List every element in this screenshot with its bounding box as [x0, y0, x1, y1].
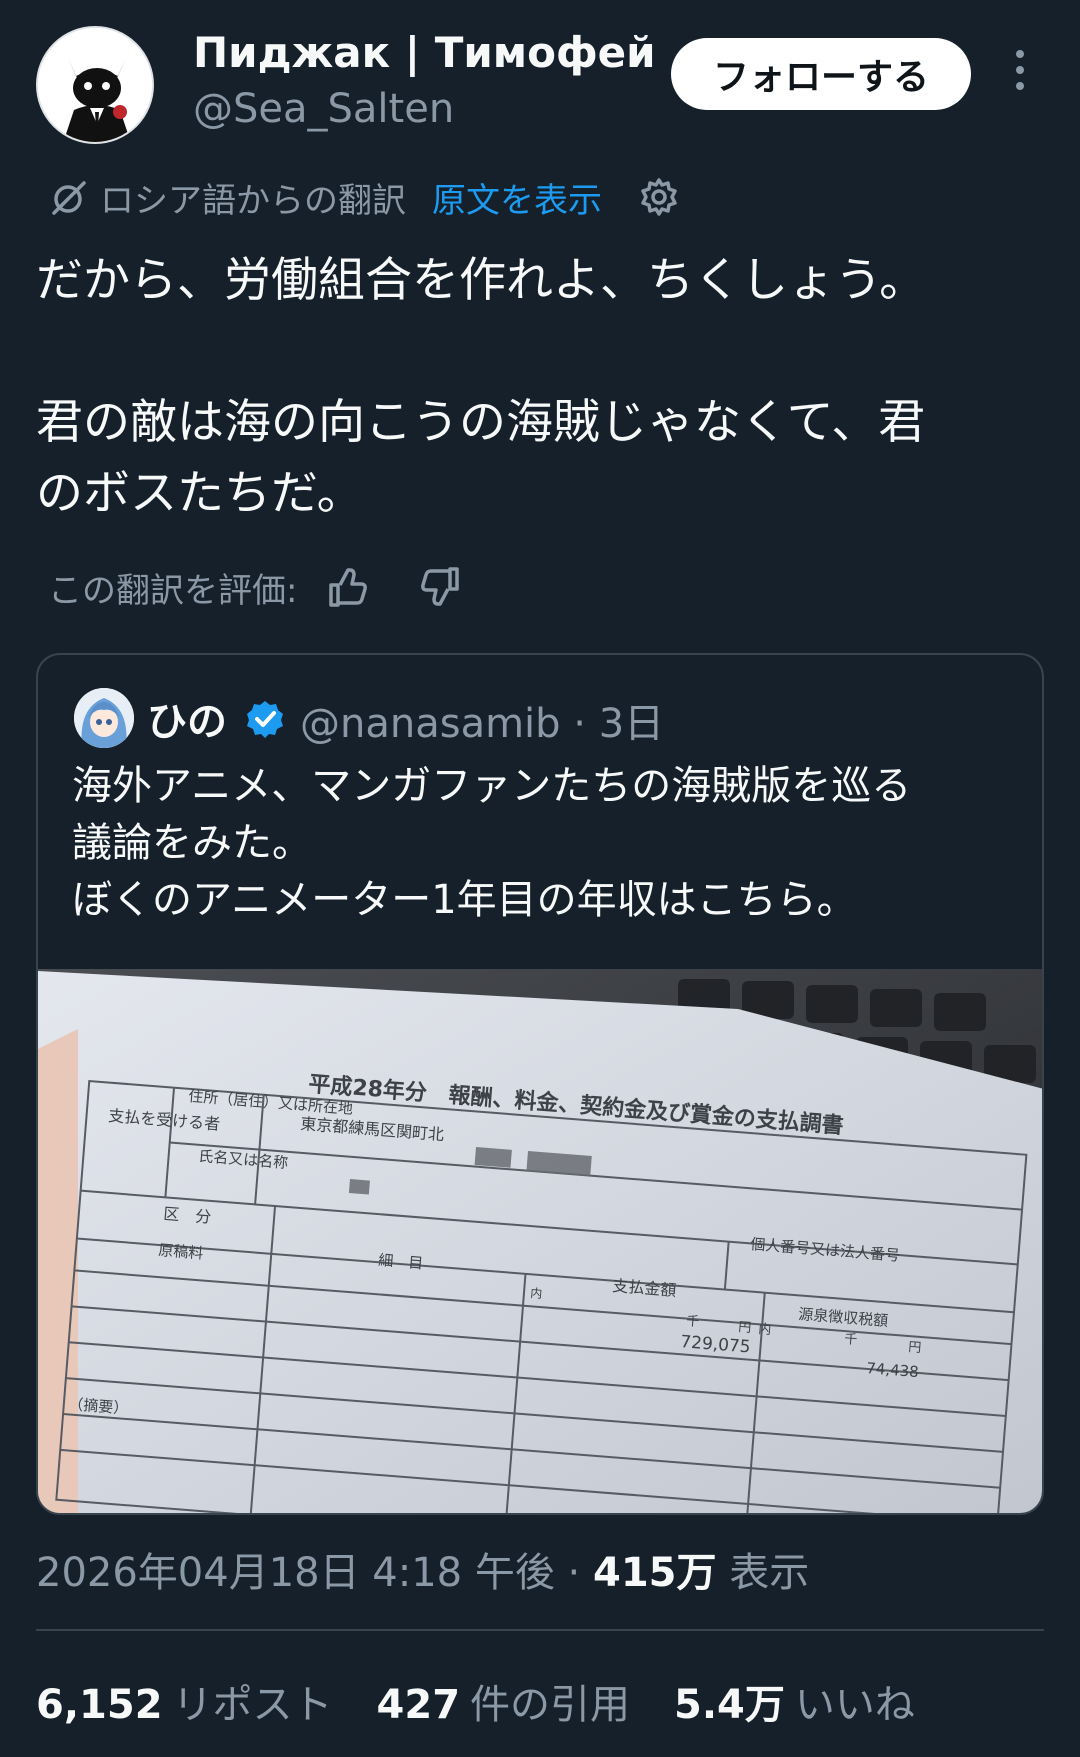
stat-label: リポスト: [172, 1682, 333, 1728]
quoted-post-text: 海外アニメ、マンガファンたちの海賊版を巡る 議論をみた。 ぼくのアニメーター1年…: [72, 758, 1022, 929]
quoted-text-line: 議論をみた。: [72, 820, 312, 866]
author-avatar[interactable]: [36, 26, 154, 144]
more-options-icon[interactable]: [1002, 50, 1038, 100]
quoted-author-name[interactable]: ひの: [147, 689, 227, 747]
stat-label: 件の引用: [470, 1682, 631, 1728]
stat-number: 427: [376, 1682, 461, 1728]
post-text-line: のボスたちだ。: [36, 466, 364, 521]
translation-bar: ロシア語からの翻訳 原文を表示: [48, 172, 680, 222]
stat-reposts[interactable]: 6,152 リポスト: [36, 1672, 333, 1730]
statement-detail-label: 細 目: [378, 1251, 424, 1272]
engagement-stats: 6,152 リポスト 427 件の引用 5.4万 いいね: [36, 1672, 959, 1730]
show-original-link[interactable]: 原文を表示: [432, 173, 602, 222]
stat-label: いいね: [794, 1682, 915, 1728]
statement-unit-label: 千: [844, 1332, 858, 1348]
thumbs-down-icon[interactable]: [419, 565, 463, 609]
quoted-post-image[interactable]: 平成28年分 報酬、料金、契約金及び賞金の支払調書 支払を受ける者 住所（居住）…: [38, 969, 1042, 1513]
divider: [36, 1629, 1044, 1631]
thumbs-up-icon[interactable]: [325, 565, 369, 609]
quoted-handle-time: @nanasamib · 3日: [300, 701, 665, 747]
author-handle[interactable]: @Sea_Salten: [193, 86, 454, 132]
quoted-post-card[interactable]: ひの @nanasamib · 3日 海外アニメ、マンガファンたちの海賊版を巡る…: [36, 653, 1044, 1515]
statement-category-label: 区 分: [163, 1204, 212, 1227]
rate-translation-bar: この翻訳を評価:: [48, 562, 463, 612]
post-text-line: だから、労働組合を作れよ、ちくしょう。: [36, 253, 927, 308]
quoted-text-line: 海外アニメ、マンガファンたちの海賊版を巡る: [72, 763, 912, 809]
stat-number: 5.4万: [674, 1682, 785, 1728]
statement-unit-label: 円: [738, 1320, 752, 1336]
anime-girl-avatar-image: [74, 688, 134, 748]
post-timestamp[interactable]: 2026年04月18日 4:18 午後 · 415万 表示: [36, 1540, 809, 1598]
quoted-text-line: ぼくのアニメーター1年目の年収はこちら。: [72, 877, 857, 923]
rate-translation-label: この翻訳を評価:: [48, 570, 298, 611]
translation-label: ロシア語からの翻訳: [100, 180, 406, 221]
statement-unit-label: 内: [758, 1321, 772, 1338]
post-text-line: 君の敵は海の向こうの海賊じゃなくて、君: [36, 395, 926, 450]
stat-number: 6,152: [36, 1682, 163, 1728]
quoted-author-avatar[interactable]: [74, 688, 134, 748]
statement-unit-label: 内: [530, 1286, 543, 1301]
views-label: 表示: [716, 1550, 810, 1596]
statement-unit-label: 円: [908, 1340, 922, 1356]
cat-suit-avatar-image: [38, 28, 152, 142]
verified-badge-icon: [247, 701, 283, 738]
follow-button[interactable]: フォローする: [671, 38, 971, 110]
author-display-name[interactable]: Пиджак | Тимофей: [193, 28, 656, 77]
timestamp-text: 2026年04月18日 4:18 午後 ·: [36, 1550, 593, 1596]
views-count: 415万: [593, 1550, 717, 1596]
translate-icon: [52, 181, 86, 215]
stat-quotes[interactable]: 427 件の引用: [377, 1672, 631, 1730]
payment-statement-photo: 平成28年分 報酬、料金、契約金及び賞金の支払調書 支払を受ける者 住所（居住）…: [38, 969, 1042, 1513]
gear-icon[interactable]: [638, 176, 680, 218]
post-text: だから、労働組合を作れよ、ちくしょう。 君の敵は海の向こうの海賊じゃなくて、君 …: [36, 245, 1046, 529]
statement-unit-label: 千: [686, 1314, 700, 1330]
stat-likes[interactable]: 5.4万 いいね: [674, 1672, 915, 1730]
statement-category-value: 原稿料: [158, 1241, 204, 1262]
